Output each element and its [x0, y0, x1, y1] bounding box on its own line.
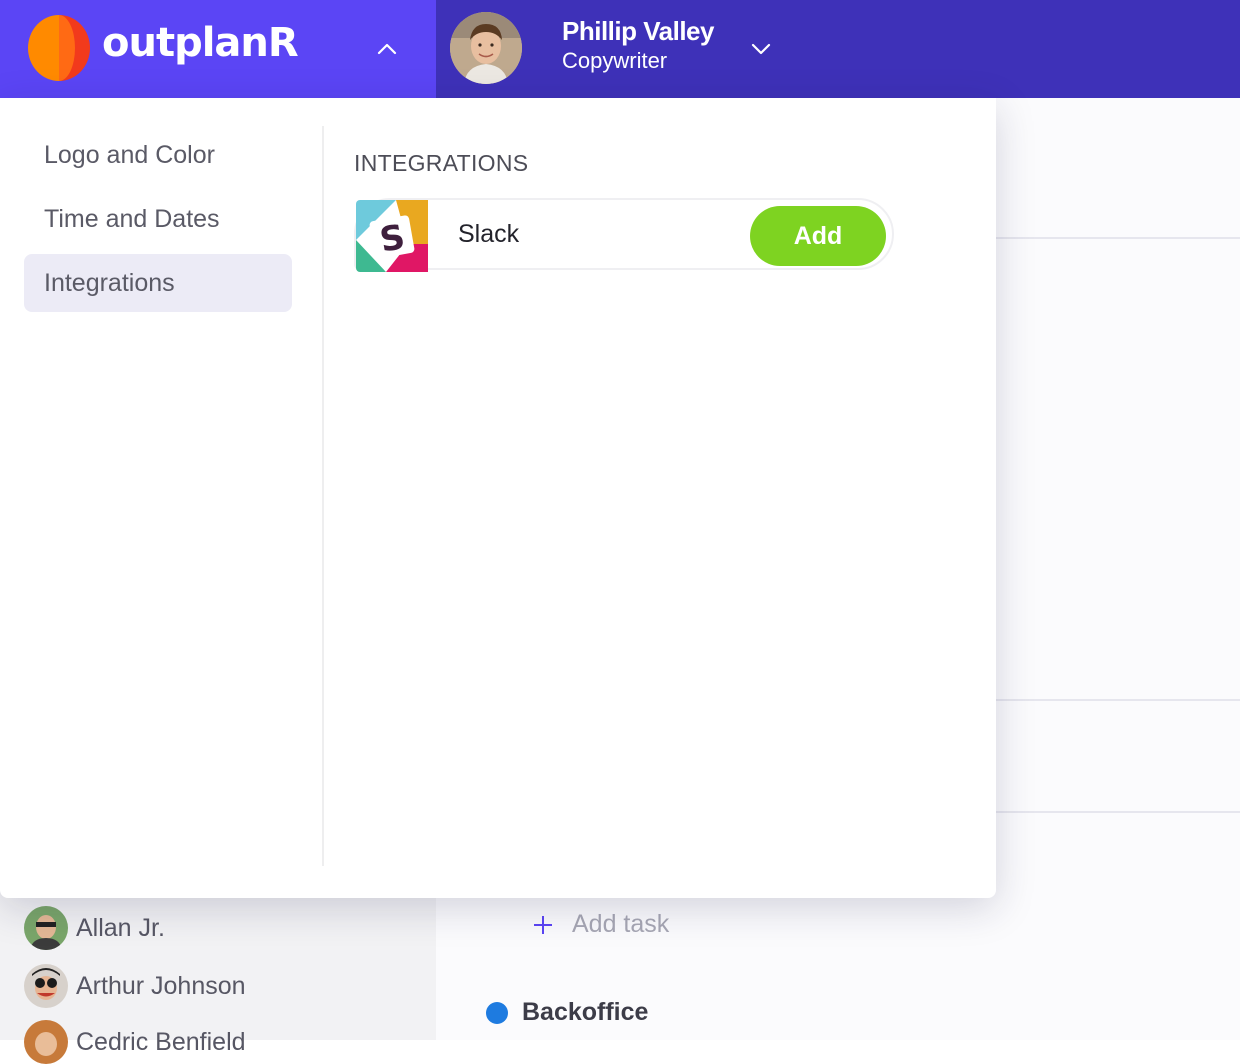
user-name: Phillip Valley: [562, 16, 714, 46]
project-color-dot: [486, 1001, 508, 1024]
row-divider: [996, 237, 1240, 239]
team-member-item[interactable]: Cedric Benfield: [24, 1020, 246, 1064]
row-divider: [996, 699, 1240, 701]
row-divider: [996, 811, 1240, 813]
add-task-button[interactable]: Add task: [532, 910, 669, 939]
outplanr-logo-icon: [28, 15, 90, 81]
add-integration-button[interactable]: Add: [750, 206, 886, 266]
team-member-item[interactable]: Arthur Johnson: [24, 964, 246, 1008]
project-item[interactable]: Backoffice: [486, 998, 648, 1027]
brand-bar: outplanR: [0, 0, 436, 98]
team-member-name: Cedric Benfield: [76, 1027, 246, 1056]
settings-nav-label: Time and Dates: [44, 204, 220, 233]
panel-divider: [322, 126, 324, 866]
settings-nav: Logo and Color Time and Dates Integratio…: [24, 126, 292, 318]
project-name: Backoffice: [522, 998, 649, 1026]
avatar[interactable]: [450, 12, 522, 84]
settings-dropdown-panel: Logo and Color Time and Dates Integratio…: [0, 98, 996, 898]
add-task-label: Add task: [572, 910, 670, 938]
team-member-name: Arthur Johnson: [76, 971, 246, 1000]
team-member-name: Allan Jr.: [76, 913, 165, 942]
slack-logo-icon: S: [356, 200, 428, 272]
chevron-down-icon[interactable]: [750, 38, 772, 60]
settings-nav-integrations[interactable]: Integrations: [24, 254, 292, 312]
avatar: [24, 964, 68, 1008]
chevron-up-icon[interactable]: [376, 38, 398, 60]
team-member-item[interactable]: Allan Jr.: [24, 906, 165, 950]
integrations-section-title: INTEGRATIONS: [354, 150, 529, 176]
plus-icon: [534, 915, 552, 934]
avatar: [24, 906, 68, 950]
avatar: [24, 1020, 68, 1064]
user-bar[interactable]: Phillip Valley Copywriter: [436, 0, 1240, 98]
brand-name: outplanR: [102, 20, 299, 66]
settings-nav-time-and-dates[interactable]: Time and Dates: [24, 190, 292, 248]
integration-item-slack: S Slack Add: [354, 198, 894, 272]
settings-nav-label: Integrations: [44, 268, 175, 297]
settings-nav-logo-and-color[interactable]: Logo and Color: [24, 126, 292, 184]
user-role: Copywriter: [562, 48, 668, 73]
settings-nav-label: Logo and Color: [44, 140, 215, 169]
integration-name: Slack: [458, 220, 520, 248]
user-photo-icon: [450, 12, 522, 84]
